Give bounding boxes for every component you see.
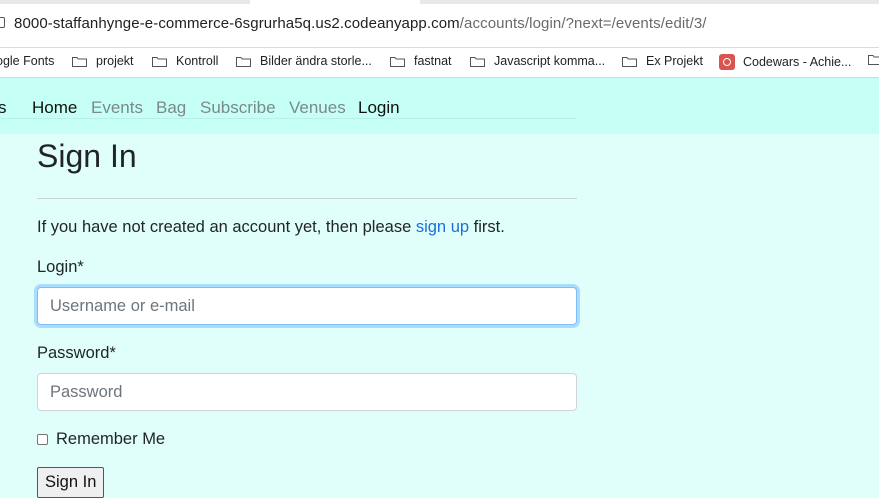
- url-text[interactable]: 8000-staffanhynge-e-commerce-6sgrurha5q.…: [14, 15, 707, 32]
- bookmark-folder[interactable]: Bilder ändra storle...: [236, 54, 372, 68]
- bookmark-folder[interactable]: Javascript komma...: [470, 54, 605, 68]
- remember-me-checkbox[interactable]: [37, 434, 48, 445]
- bookmark-label: ogle Fonts: [0, 54, 55, 68]
- folder-icon: [470, 56, 485, 67]
- page-title: Sign In: [37, 138, 137, 174]
- nav-events[interactable]: Events: [91, 98, 143, 118]
- signup-prompt: If you have not created an account yet, …: [37, 218, 505, 237]
- folder-icon: [72, 56, 87, 67]
- remember-me-row: Remember Me: [37, 430, 165, 449]
- lock-icon: [0, 17, 5, 28]
- url-host: 8000-staffanhynge-e-commerce-6sgrurha5q.…: [14, 15, 460, 32]
- nav-brand[interactable]: s: [0, 98, 7, 118]
- bookmark-folder[interactable]: projekt: [72, 54, 134, 68]
- bookmark-label: Javascript komma...: [494, 54, 606, 68]
- bookmark-folder[interactable]: fastnat: [390, 54, 452, 68]
- signup-link[interactable]: sign up: [416, 218, 469, 236]
- signup-prompt-text: If you have not created an account yet, …: [37, 218, 416, 236]
- sign-in-button[interactable]: Sign In: [37, 467, 105, 498]
- browser-tab-strip: [420, 0, 879, 4]
- url-path: /accounts/login/?next=/events/edit/3/: [459, 15, 707, 32]
- bookmark-label: Bilder ändra storle...: [260, 54, 372, 68]
- folder-icon: [390, 56, 405, 67]
- title-divider: [37, 198, 577, 199]
- bookmark-codewars[interactable]: Codewars - Achie...: [719, 54, 851, 70]
- bookmark-item[interactable]: ogle Fonts: [0, 54, 54, 68]
- nav-venues[interactable]: Venues: [289, 98, 346, 118]
- browser-tab-strip: [0, 0, 250, 4]
- bookmark-folder[interactable]: [868, 54, 879, 65]
- nav-divider: [0, 118, 577, 119]
- browser-url-bar[interactable]: 8000-staffanhynge-e-commerce-6sgrurha5q.…: [0, 0, 879, 48]
- bookmark-label: Ex Projekt: [646, 54, 703, 68]
- nav-home[interactable]: Home: [32, 98, 77, 118]
- nav-login[interactable]: Login: [358, 98, 400, 118]
- codewars-icon: [719, 54, 735, 70]
- bookmark-label: Kontroll: [176, 54, 219, 68]
- bookmark-label: projekt: [96, 54, 134, 68]
- folder-icon: [236, 56, 251, 67]
- bookmark-folder[interactable]: Kontroll: [152, 54, 218, 68]
- login-input[interactable]: [37, 287, 577, 325]
- folder-icon: [152, 56, 167, 67]
- login-label: Login*: [37, 258, 84, 276]
- bookmark-label: Codewars - Achie...: [743, 55, 852, 69]
- bookmark-label: fastnat: [414, 54, 452, 68]
- remember-me-label[interactable]: Remember Me: [56, 430, 165, 449]
- password-label: Password*: [37, 344, 116, 362]
- password-input[interactable]: [37, 373, 577, 411]
- folder-icon: [622, 56, 637, 67]
- bookmarks-bar: ogle Fonts projekt Kontroll Bilder ändra…: [0, 48, 879, 78]
- folder-icon: [868, 54, 879, 65]
- signup-prompt-suffix: first.: [469, 218, 505, 236]
- bookmark-folder[interactable]: Ex Projekt: [622, 54, 703, 68]
- nav-subscribe[interactable]: Subscribe: [200, 98, 276, 118]
- nav-bag[interactable]: Bag: [156, 98, 186, 118]
